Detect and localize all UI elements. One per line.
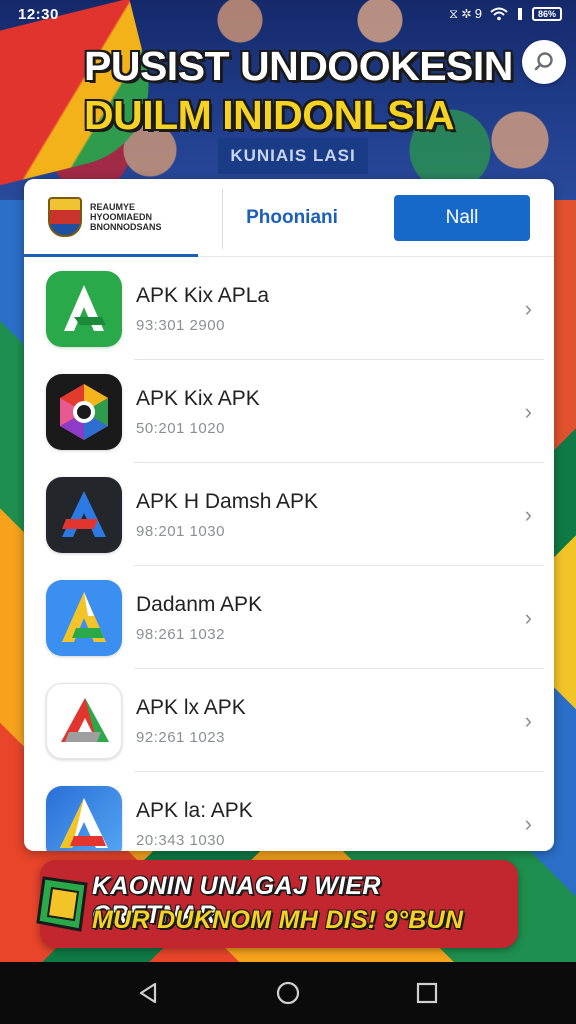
dark-a-icon	[46, 476, 122, 553]
search-icon	[534, 52, 553, 71]
chevron-right-icon: ›	[524, 707, 532, 733]
hero-headline: PUSIST UNDOOKESIN DUILM INIDONLSIA	[84, 46, 514, 136]
app-subtitle: 98:261 1032	[136, 625, 225, 643]
status-time: 12:30	[18, 5, 59, 23]
chevron-right-icon: ›	[524, 604, 532, 630]
brand-line-1: REAUMYE	[90, 201, 136, 212]
home-button[interactable]	[268, 973, 308, 1013]
brand-text: REAUMYE HYOOMIAEDN BNONNODSANS	[90, 202, 162, 232]
list-item[interactable]: APK la: APK 20:343 1030 ›	[24, 772, 554, 851]
battery-icon: 86%	[532, 7, 562, 21]
app-subtitle: 20:343 1030	[136, 831, 225, 849]
brand-line-2: HYOOMIAEDN	[90, 211, 153, 222]
app-subtitle: 98:201 1030	[136, 522, 225, 540]
chevron-right-icon: ›	[524, 810, 532, 836]
search-button[interactable]	[522, 40, 566, 84]
app-text: APK Kix APK 50:201 1020	[136, 387, 260, 437]
status-bar: 12:30 ⧖ ✲ 9 86%	[0, 0, 576, 28]
list-item[interactable]: APK Kix APK 50:201 1020 ›	[24, 360, 554, 463]
ticket-icon	[36, 876, 88, 932]
recents-button[interactable]	[407, 973, 447, 1013]
promo-line-2: MUR DUKNOM MH DIS! 9°BUN	[92, 906, 464, 934]
chevron-right-icon: ›	[524, 295, 532, 321]
red-a-icon	[46, 682, 122, 759]
brand-line-3: BNONNODSANS	[90, 221, 162, 232]
app-title: Dadanm APK	[136, 592, 263, 616]
app-text: APK lx APK 92:261 1023	[136, 696, 246, 746]
app-list: APK Kix APLa 93:301 2900 › APK Kix APK 5…	[24, 257, 554, 851]
list-item[interactable]: APK H Damsh APK 98:201 1030 ›	[24, 463, 554, 566]
app-title: APK Kix APLa	[136, 283, 270, 307]
recents-icon	[416, 982, 437, 1004]
card-header: REAUMYE HYOOMIAEDN BNONNODSANS Phooniani…	[24, 179, 554, 257]
list-item[interactable]: APK lx APK 92:261 1023 ›	[24, 669, 554, 772]
header-divider	[222, 189, 223, 249]
chevron-right-icon: ›	[524, 501, 532, 527]
app-text: APK la: APK 20:343 1030	[136, 799, 253, 849]
blue-a-icon	[46, 579, 122, 656]
app-text: APK H Damsh APK 98:201 1030	[136, 490, 318, 540]
headline-line-1: PUSIST UNDOOKESIN	[84, 43, 513, 89]
chrome-hex-icon	[46, 373, 122, 450]
home-icon	[276, 981, 300, 1005]
back-button[interactable]	[129, 973, 169, 1013]
wifi-icon	[490, 7, 508, 21]
app-card: REAUMYE HYOOMIAEDN BNONNODSANS Phooniani…	[24, 179, 554, 851]
app-title: APK la: APK	[136, 798, 253, 822]
battery-level: 86%	[537, 9, 556, 19]
tab-link[interactable]: Phooniani	[232, 201, 352, 235]
primary-button[interactable]: Nall	[394, 195, 530, 241]
app-title: APK lx APK	[136, 695, 246, 719]
list-item[interactable]: APK Kix APLa 93:301 2900 ›	[24, 257, 554, 360]
brand-tab[interactable]: REAUMYE HYOOMIAEDN BNONNODSANS	[24, 179, 198, 257]
gradient-a-icon	[46, 785, 122, 851]
app-title: APK Kix APK	[136, 386, 260, 410]
status-indicator-text: ⧖ ✲ 9	[449, 6, 482, 21]
back-icon	[140, 982, 157, 1004]
signal-icon	[518, 8, 522, 20]
app-text: APK Kix APLa 93:301 2900	[136, 284, 269, 334]
app-text: Dadanm APK 98:261 1032	[136, 593, 262, 643]
app-subtitle: 92:261 1023	[136, 728, 225, 746]
status-indicators: ⧖ ✲ 9 86%	[449, 6, 562, 22]
chevron-right-icon: ›	[524, 398, 532, 424]
app-title: APK H Damsh APK	[136, 489, 319, 513]
headline-line-2: DUILM INIDONLSIA	[84, 92, 455, 138]
promo-banner[interactable]: KAONIN UNAGAJ WIER CRETNAR MUR DUKNOM MH…	[36, 860, 518, 948]
navigation-bar	[0, 962, 576, 1024]
app-subtitle: 93:301 2900	[136, 316, 225, 334]
green-a-icon	[46, 270, 122, 347]
app-subtitle: 50:201 1020	[136, 419, 225, 437]
emblem-icon	[48, 196, 82, 237]
signboard: KUNIAIS LASI	[218, 138, 368, 174]
list-item[interactable]: Dadanm APK 98:261 1032 ›	[24, 566, 554, 669]
